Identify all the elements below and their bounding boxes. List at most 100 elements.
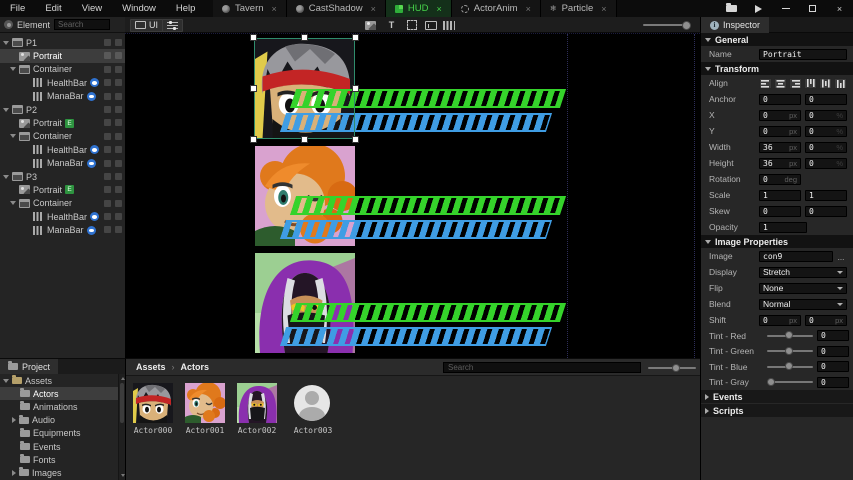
slider-handle[interactable]: [785, 331, 793, 339]
skew-y-input[interactable]: [809, 207, 843, 216]
resize-handle-nw[interactable]: [251, 35, 256, 40]
asset-actor003-thumbnail[interactable]: [294, 385, 330, 421]
width-rel-field[interactable]: %: [805, 142, 847, 153]
resize-handle-n[interactable]: [302, 35, 307, 40]
visibility-icon[interactable]: [115, 213, 122, 220]
y-rel-field[interactable]: %: [805, 126, 847, 137]
tab-close-icon[interactable]: ×: [526, 4, 531, 14]
lock-icon[interactable]: [104, 79, 111, 86]
tree-item-animations[interactable]: Animations: [0, 400, 125, 413]
lock-icon[interactable]: [104, 133, 111, 140]
tab-project[interactable]: Project: [0, 359, 58, 374]
lock-icon[interactable]: [104, 213, 111, 220]
canvas-manabar-p2[interactable]: [280, 220, 552, 239]
tab-close-icon[interactable]: ×: [437, 4, 442, 14]
hierarchy-item-healthbar[interactable]: HealthBar: [0, 143, 125, 156]
visibility-icon[interactable]: [115, 226, 122, 233]
scale-y-input[interactable]: [809, 191, 843, 200]
resize-handle-ne[interactable]: [353, 35, 358, 40]
menu-edit[interactable]: Edit: [35, 3, 71, 14]
anchor-y-field[interactable]: [805, 94, 847, 105]
canvas-healthbar-p3[interactable]: [290, 303, 566, 322]
tint-blue-field[interactable]: [817, 361, 849, 372]
hierarchy-item-container[interactable]: Container: [0, 63, 125, 76]
breadcrumb-actors[interactable]: Actors: [181, 362, 210, 372]
canvas-manabar-p3[interactable]: [280, 327, 552, 346]
tint-green-input[interactable]: [821, 347, 845, 356]
anchor-x-input[interactable]: [763, 95, 797, 104]
resize-handle-e[interactable]: [353, 86, 358, 91]
hierarchy-search-input[interactable]: [54, 19, 110, 30]
caret-down-icon[interactable]: [10, 134, 16, 138]
caret-right-icon[interactable]: [705, 408, 709, 414]
display-select[interactable]: Stretch: [759, 267, 847, 278]
tint-gray-input[interactable]: [821, 378, 845, 387]
height-rel-field[interactable]: %: [805, 158, 847, 169]
menu-file[interactable]: File: [0, 3, 35, 14]
hierarchy-item-portrait[interactable]: Portrait E: [0, 116, 125, 129]
visibility-icon[interactable]: [115, 119, 122, 126]
hierarchy-item-healthbar[interactable]: HealthBar: [0, 210, 125, 223]
tree-item-equipments[interactable]: Equipments: [0, 427, 125, 440]
width-px-field[interactable]: px: [759, 142, 801, 153]
hierarchy-item-manabar[interactable]: ManaBar: [0, 223, 125, 236]
maximize-button[interactable]: [799, 0, 826, 17]
y-input[interactable]: [763, 127, 787, 136]
scale-y-field[interactable]: [805, 190, 847, 201]
image-tool-button[interactable]: [362, 19, 379, 31]
tree-item-actors[interactable]: Actors: [0, 387, 125, 400]
gauge-tool-button[interactable]: [440, 19, 457, 31]
filters-button[interactable]: [162, 19, 183, 32]
visibility-icon[interactable]: [115, 39, 122, 46]
hierarchy-item-p3[interactable]: P3: [0, 170, 125, 183]
resize-handle-sw[interactable]: [251, 137, 256, 142]
open-folder-button[interactable]: [718, 0, 745, 17]
skew-y-field[interactable]: [805, 206, 847, 217]
hierarchy-item-p2[interactable]: P2: [0, 103, 125, 116]
section-scripts[interactable]: Scripts: [701, 404, 853, 417]
visibility-badge-icon[interactable]: [87, 159, 96, 168]
y-rel-input[interactable]: [809, 127, 834, 136]
tint-green-slider[interactable]: [767, 350, 813, 352]
tint-red-slider[interactable]: [767, 335, 813, 337]
project-scrollbar[interactable]: [118, 374, 125, 480]
opacity-field[interactable]: [759, 222, 807, 233]
scroll-down-icon[interactable]: [121, 474, 125, 477]
visibility-badge-icon[interactable]: [90, 145, 99, 154]
menu-window[interactable]: Window: [112, 3, 166, 14]
tab-hud[interactable]: HUD ×: [386, 0, 452, 17]
resize-handle-se[interactable]: [353, 137, 358, 142]
section-general[interactable]: General: [701, 33, 853, 46]
shift-x-field[interactable]: px: [759, 315, 801, 326]
anchor-x-field[interactable]: [759, 94, 801, 105]
blend-select[interactable]: Normal: [759, 299, 847, 310]
lock-icon[interactable]: [104, 146, 111, 153]
resize-handle-w[interactable]: [251, 86, 256, 91]
visibility-icon[interactable]: [115, 173, 122, 180]
thumbnail-size-handle[interactable]: [672, 364, 680, 372]
image-input[interactable]: [763, 252, 829, 261]
height-px-field[interactable]: px: [759, 158, 801, 169]
visibility-icon[interactable]: [115, 160, 122, 167]
tree-item-images[interactable]: Images: [0, 466, 125, 479]
x-input[interactable]: [763, 111, 787, 120]
visibility-icon[interactable]: [115, 200, 122, 207]
visibility-icon[interactable]: [115, 66, 122, 73]
x-px-field[interactable]: px: [759, 110, 801, 121]
caret-down-icon[interactable]: [10, 201, 16, 205]
tab-tavern[interactable]: Tavern ×: [213, 0, 287, 17]
hierarchy-item-p1[interactable]: P1: [0, 36, 125, 49]
tint-gray-slider[interactable]: [767, 381, 813, 383]
hierarchy-item-portrait[interactable]: Portrait E: [0, 183, 125, 196]
x-rel-field[interactable]: %: [805, 110, 847, 121]
asset-actor000-thumbnail[interactable]: [133, 383, 173, 423]
shift-y-input[interactable]: [809, 316, 833, 325]
thumbnail-size-slider[interactable]: [648, 367, 696, 369]
scale-x-input[interactable]: [763, 191, 797, 200]
lock-icon[interactable]: [104, 106, 111, 113]
visibility-icon[interactable]: [115, 133, 122, 140]
caret-right-icon[interactable]: [705, 394, 709, 400]
flip-select[interactable]: None: [759, 283, 847, 294]
tree-item-audio[interactable]: Audio: [0, 414, 125, 427]
section-transform[interactable]: Transform: [701, 62, 853, 75]
